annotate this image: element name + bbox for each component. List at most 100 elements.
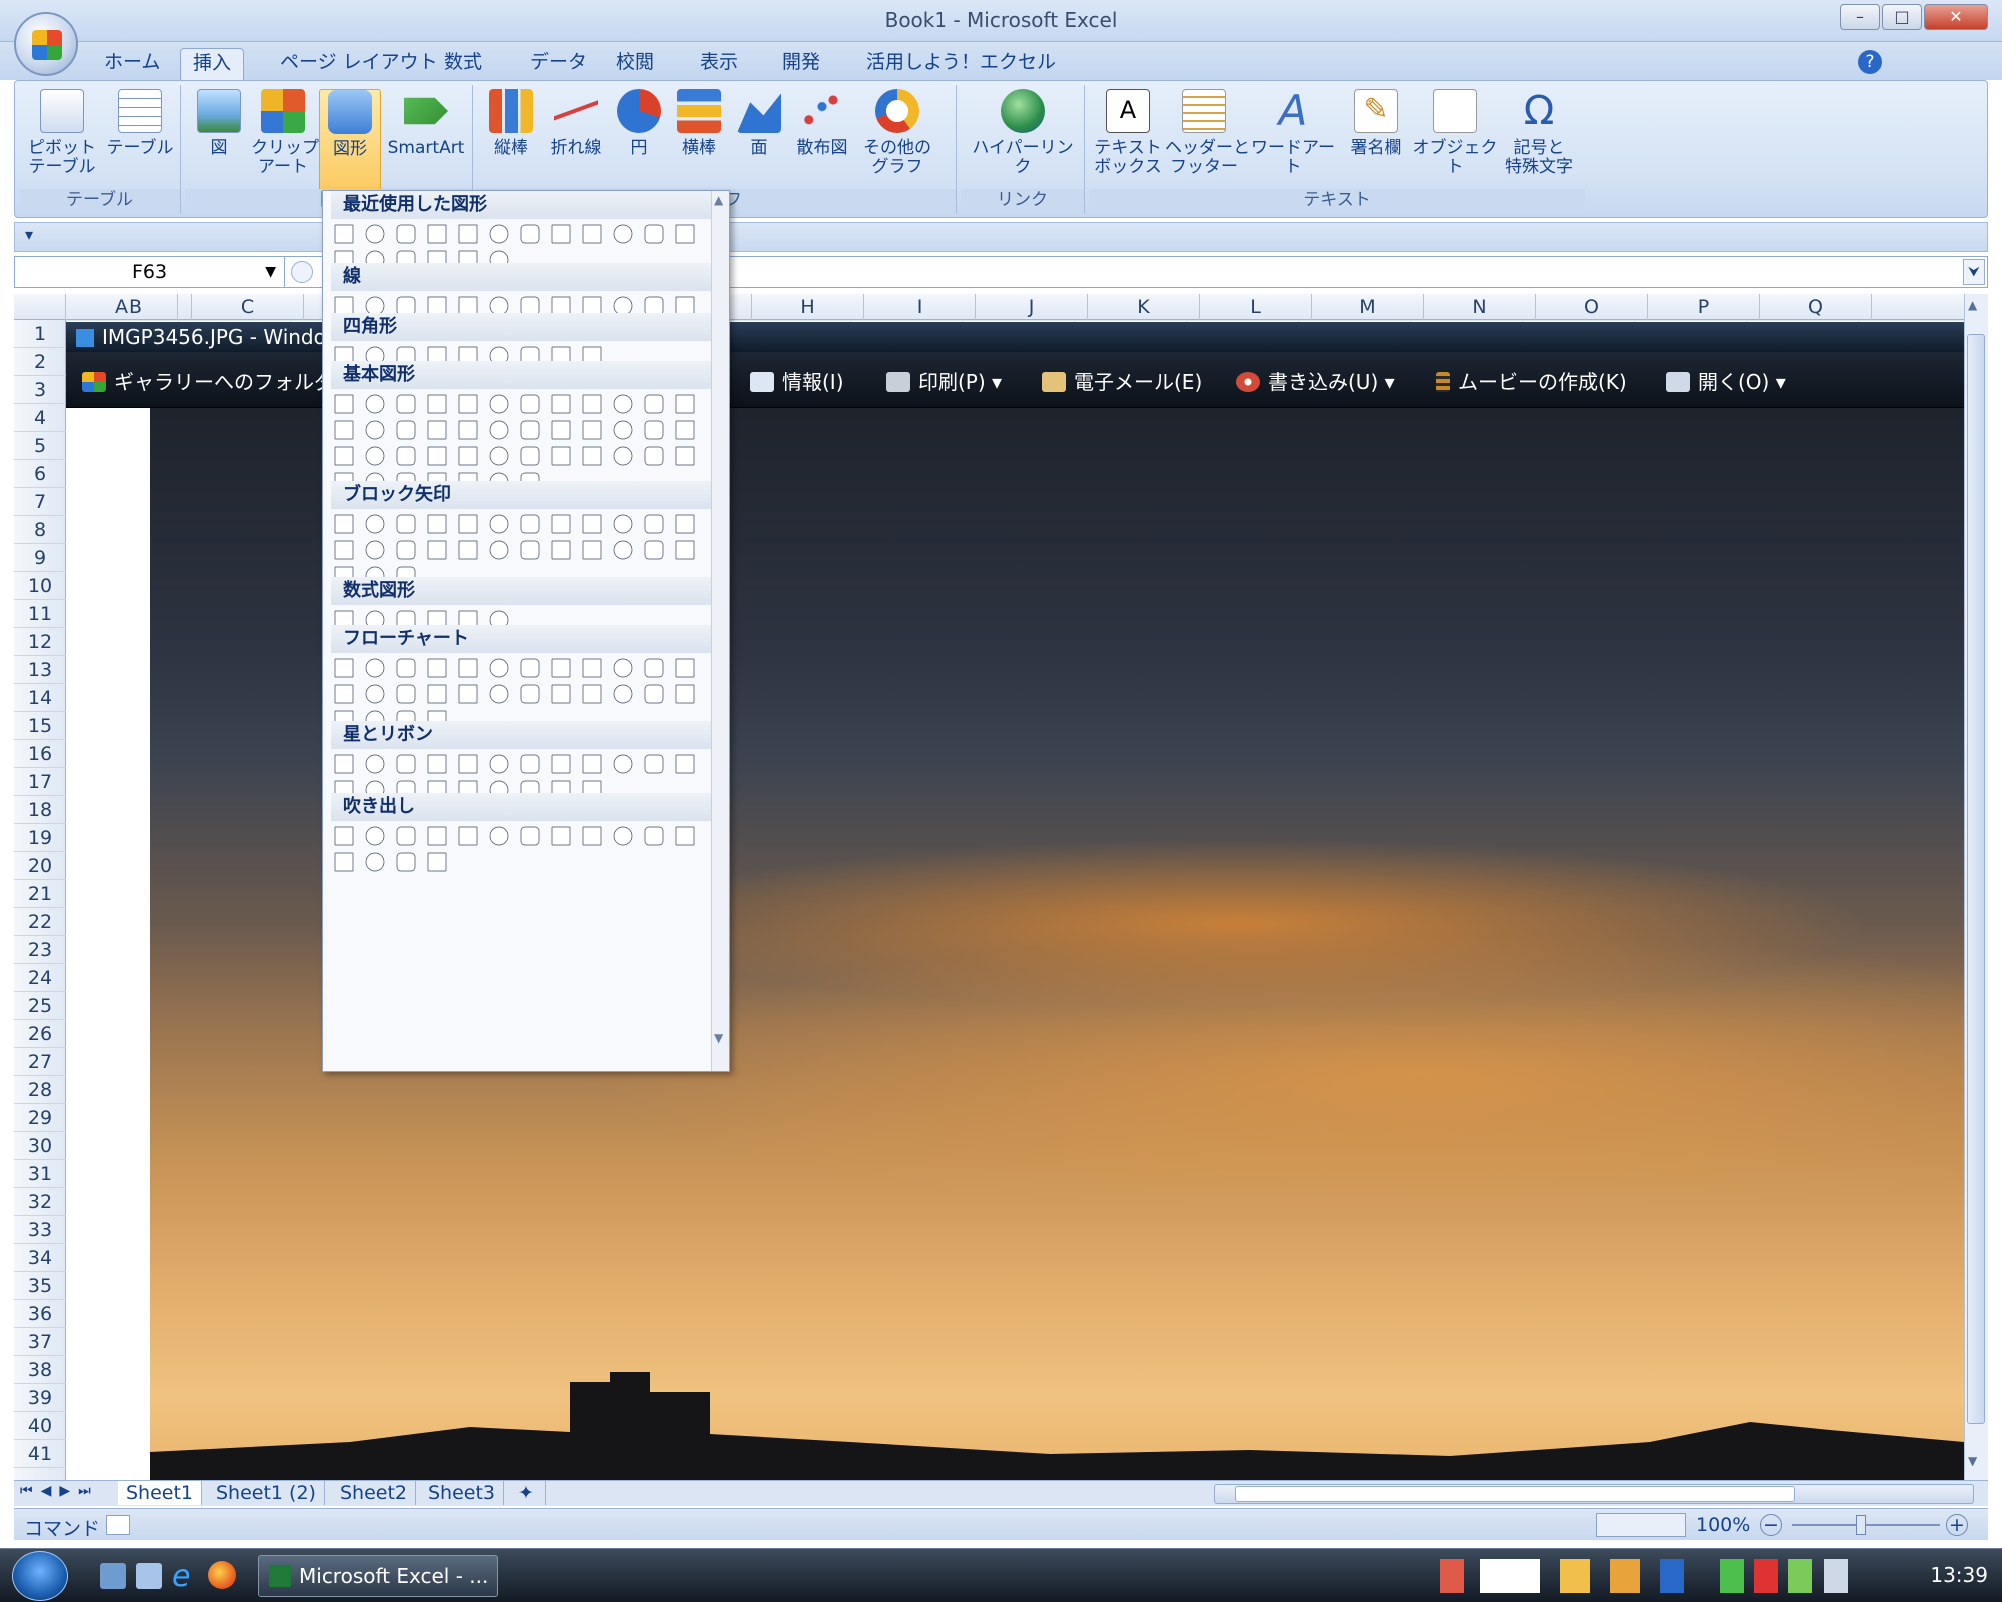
- shape-option[interactable]: [613, 514, 633, 534]
- row-header-1[interactable]: 1: [14, 320, 66, 348]
- shape-option[interactable]: [613, 420, 633, 440]
- shape-option[interactable]: [334, 540, 354, 560]
- shape-option[interactable]: [427, 658, 447, 678]
- shape-option[interactable]: [582, 224, 602, 244]
- start-button[interactable]: [12, 1551, 68, 1601]
- row-header-36[interactable]: 36: [14, 1300, 66, 1328]
- formula-function-icon[interactable]: [291, 261, 313, 283]
- shape-option[interactable]: [427, 224, 447, 244]
- row-header-24[interactable]: 24: [14, 964, 66, 992]
- shape-option[interactable]: [613, 754, 633, 774]
- shape-option[interactable]: [396, 754, 416, 774]
- tab-review[interactable]: 校閲: [604, 48, 666, 80]
- shape-option[interactable]: [644, 684, 664, 704]
- row-header-13[interactable]: 13: [14, 656, 66, 684]
- column-header-q[interactable]: Q: [1760, 294, 1872, 320]
- switch-windows-icon[interactable]: [136, 1563, 162, 1589]
- shape-option[interactable]: [396, 684, 416, 704]
- shape-option[interactable]: [551, 224, 571, 244]
- column-header-n[interactable]: N: [1424, 294, 1536, 320]
- shape-option[interactable]: [582, 420, 602, 440]
- shape-option[interactable]: [551, 394, 571, 414]
- shape-option[interactable]: [644, 394, 664, 414]
- shape-option[interactable]: [396, 540, 416, 560]
- shape-option[interactable]: [334, 754, 354, 774]
- shape-option[interactable]: [613, 826, 633, 846]
- row-header-19[interactable]: 19: [14, 824, 66, 852]
- column-header-c[interactable]: C: [192, 294, 304, 320]
- shape-option[interactable]: [551, 540, 571, 560]
- signature-line-button[interactable]: ✎ 署名欄: [1341, 89, 1411, 158]
- shape-option[interactable]: [489, 658, 509, 678]
- shape-option[interactable]: [458, 658, 478, 678]
- shape-option[interactable]: [520, 540, 540, 560]
- column-header-o[interactable]: O: [1536, 294, 1648, 320]
- shape-option[interactable]: [520, 224, 540, 244]
- row-header-14[interactable]: 14: [14, 684, 66, 712]
- row-header-27[interactable]: 27: [14, 1048, 66, 1076]
- viewer-movie-button[interactable]: ムービーの作成(K): [1436, 366, 1627, 395]
- shape-option[interactable]: [427, 684, 447, 704]
- zoom-in-icon[interactable]: +: [1946, 1514, 1968, 1536]
- shape-option[interactable]: [551, 658, 571, 678]
- row-header-12[interactable]: 12: [14, 628, 66, 656]
- shape-option[interactable]: [582, 684, 602, 704]
- shape-option[interactable]: [551, 446, 571, 466]
- tab-custom[interactable]: 活用しよう！エクセル: [854, 48, 1068, 80]
- tab-insert[interactable]: 挿入: [180, 48, 245, 80]
- shape-option[interactable]: [427, 754, 447, 774]
- shape-option[interactable]: [613, 446, 633, 466]
- shape-option[interactable]: [582, 394, 602, 414]
- area-chart-button[interactable]: 面: [731, 89, 787, 158]
- column-header-k[interactable]: K: [1088, 294, 1200, 320]
- shape-option[interactable]: [551, 754, 571, 774]
- column-header-h[interactable]: H: [752, 294, 864, 320]
- shape-option[interactable]: [334, 852, 354, 872]
- row-header-32[interactable]: 32: [14, 1188, 66, 1216]
- shape-option[interactable]: [520, 658, 540, 678]
- viewer-burn-button[interactable]: 書き込み(U) ▾: [1236, 366, 1395, 395]
- shape-option[interactable]: [396, 826, 416, 846]
- shape-option[interactable]: [644, 446, 664, 466]
- shape-option[interactable]: [644, 540, 664, 560]
- shape-option[interactable]: [427, 446, 447, 466]
- shape-option[interactable]: [458, 540, 478, 560]
- shape-option[interactable]: [644, 224, 664, 244]
- shape-option[interactable]: [675, 420, 695, 440]
- zoom-slider[interactable]: [1792, 1524, 1940, 1526]
- shape-option[interactable]: [520, 446, 540, 466]
- row-header-4[interactable]: 4: [14, 404, 66, 432]
- row-header-9[interactable]: 9: [14, 544, 66, 572]
- viewer-email-button[interactable]: 電子メール(E): [1042, 366, 1202, 395]
- shape-option[interactable]: [675, 826, 695, 846]
- shape-option[interactable]: [365, 446, 385, 466]
- shape-option[interactable]: [334, 446, 354, 466]
- shape-option[interactable]: [520, 420, 540, 440]
- row-header-18[interactable]: 18: [14, 796, 66, 824]
- maximize-button[interactable]: □: [1882, 4, 1922, 30]
- shape-option[interactable]: [613, 684, 633, 704]
- shape-option[interactable]: [365, 754, 385, 774]
- shape-option[interactable]: [365, 684, 385, 704]
- tab-home[interactable]: ホーム: [92, 48, 172, 80]
- taskbar-excel-button[interactable]: Microsoft Excel - ...: [258, 1555, 498, 1597]
- column-header-j[interactable]: J: [976, 294, 1088, 320]
- shape-option[interactable]: [551, 684, 571, 704]
- shape-option[interactable]: [365, 826, 385, 846]
- column-header-i[interactable]: I: [864, 294, 976, 320]
- hyperlink-button[interactable]: ハイパーリンク: [965, 89, 1081, 177]
- horizontal-scrollbar[interactable]: [1214, 1484, 1974, 1504]
- shape-option[interactable]: [396, 514, 416, 534]
- shape-option[interactable]: [458, 684, 478, 704]
- row-header-40[interactable]: 40: [14, 1412, 66, 1440]
- viewer-print-button[interactable]: 印刷(P) ▾: [886, 366, 1002, 395]
- shape-option[interactable]: [458, 754, 478, 774]
- shape-option[interactable]: [427, 514, 447, 534]
- row-header-20[interactable]: 20: [14, 852, 66, 880]
- row-header-6[interactable]: 6: [14, 460, 66, 488]
- shape-option[interactable]: [334, 514, 354, 534]
- shape-option[interactable]: [644, 514, 664, 534]
- shape-option[interactable]: [365, 658, 385, 678]
- name-box-dropdown-icon[interactable]: ▼: [265, 257, 276, 287]
- shape-option[interactable]: [675, 754, 695, 774]
